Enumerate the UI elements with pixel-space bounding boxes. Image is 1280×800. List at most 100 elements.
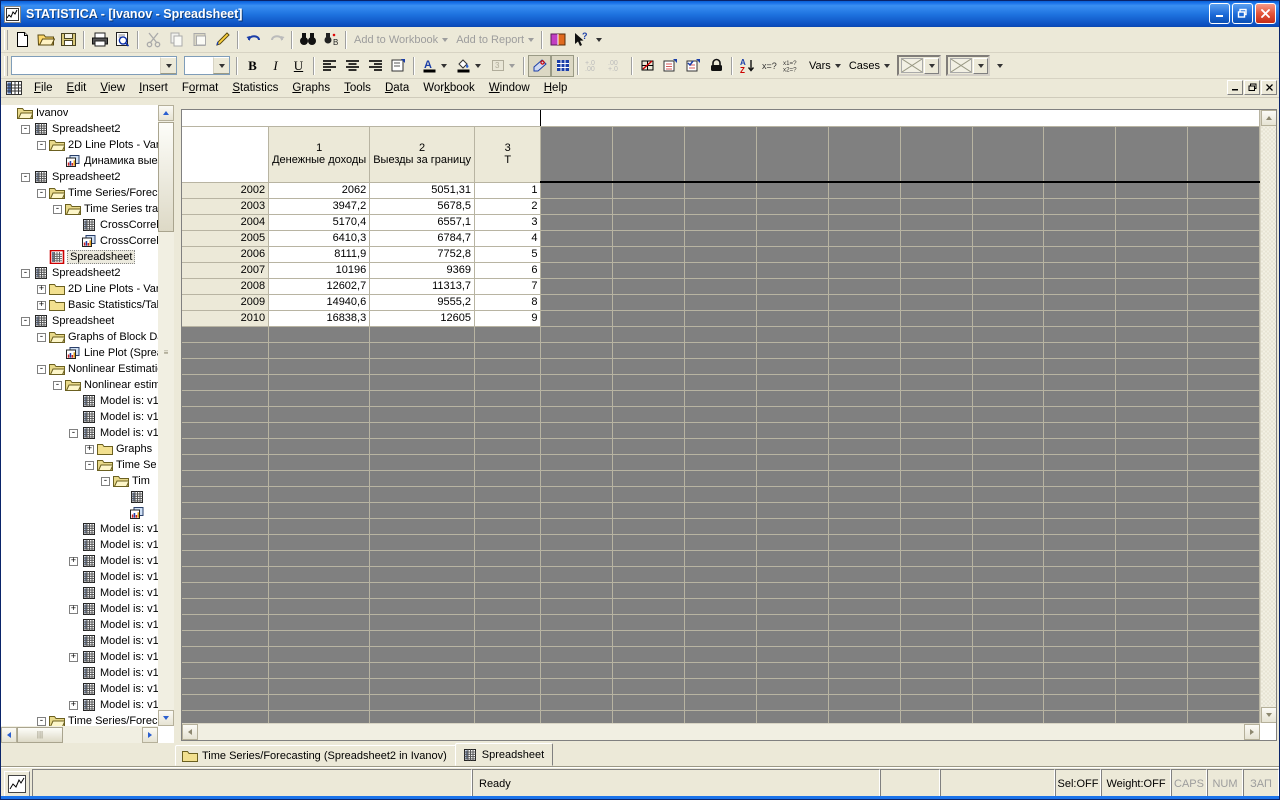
empty-cell[interactable] [268,374,371,391]
tree-node[interactable]: - Nonlinear estim [1,377,158,393]
empty-cell[interactable] [900,518,973,535]
empty-cell[interactable] [182,406,270,423]
empty-cell[interactable] [182,694,270,711]
empty-cell[interactable] [268,486,371,503]
empty-cell[interactable] [756,342,829,359]
empty-cell[interactable] [1187,390,1260,407]
empty-cell[interactable] [900,326,973,343]
empty-row[interactable] [182,534,1260,551]
empty-cell[interactable] [972,182,1045,199]
empty-column-header[interactable] [972,126,1045,183]
empty-cell[interactable] [684,646,757,663]
replace-button[interactable]: B [319,29,342,51]
empty-cell[interactable] [828,198,901,215]
cases-menu-button[interactable]: Cases [845,58,894,74]
empty-cell[interactable] [1043,182,1117,199]
empty-cell[interactable] [1115,374,1189,391]
empty-cell[interactable] [972,454,1045,471]
border-button[interactable]: 3 [486,55,509,77]
empty-cell[interactable] [369,358,476,375]
empty-cell[interactable] [684,678,757,695]
empty-cell[interactable] [900,390,973,407]
empty-cell[interactable] [900,198,973,215]
collapse-icon[interactable]: - [37,332,46,342]
grid-corner-header[interactable] [182,126,270,183]
empty-cell[interactable] [828,358,901,375]
tree-node[interactable]: + Model is: v1 [1,697,158,713]
empty-cell[interactable] [540,246,614,263]
data-cell[interactable]: 14940,6 [268,294,371,311]
empty-cell[interactable] [972,310,1045,327]
empty-cell[interactable] [540,198,614,215]
empty-cell[interactable] [1043,502,1117,519]
empty-cell[interactable] [828,710,901,723]
empty-cell[interactable] [268,390,371,407]
empty-cell[interactable] [1187,278,1260,295]
empty-cell[interactable] [1043,358,1117,375]
empty-cell[interactable] [684,694,757,711]
empty-cell[interactable] [1115,582,1189,599]
empty-cell[interactable] [900,422,973,439]
empty-cell[interactable] [474,438,542,455]
format-painter-button[interactable] [211,29,234,51]
empty-row[interactable] [182,694,1260,711]
empty-cell[interactable] [1043,534,1117,551]
cut-button[interactable] [142,29,165,51]
data-cell[interactable]: 9 [474,310,542,327]
empty-cell[interactable] [474,678,542,695]
data-cell[interactable]: 1 [474,182,542,199]
empty-cell[interactable] [828,470,901,487]
tree-node[interactable]: - Nonlinear Estimation [1,361,158,377]
empty-cell[interactable] [684,214,757,231]
empty-row[interactable] [182,662,1260,679]
vars-menu-button[interactable]: Vars [805,58,845,74]
empty-cell[interactable] [756,502,829,519]
empty-row[interactable] [182,630,1260,647]
empty-row[interactable] [182,438,1260,455]
empty-cell[interactable] [1043,406,1117,423]
empty-cell[interactable] [268,422,371,439]
empty-cell[interactable] [1115,342,1189,359]
empty-cell[interactable] [1043,614,1117,631]
empty-cell[interactable] [972,598,1045,615]
empty-cell[interactable] [369,662,476,679]
empty-cell[interactable] [612,582,686,599]
empty-cell[interactable] [1187,454,1260,471]
toolbar-overflow-icon[interactable] [997,63,1003,68]
empty-cell[interactable] [684,438,757,455]
grid-vertical-scrollbar[interactable] [1260,110,1276,723]
tree-node[interactable]: - Time Series tran [1,201,158,217]
data-cell[interactable]: 5 [474,246,542,263]
empty-cell[interactable] [1115,246,1189,263]
collapse-icon[interactable]: - [53,380,62,390]
empty-cell[interactable] [182,534,270,551]
status-weight-indicator[interactable]: Weight:OFF [1101,768,1171,799]
empty-cell[interactable] [828,678,901,695]
empty-row[interactable] [182,406,1260,423]
empty-cell[interactable] [1115,486,1189,503]
empty-cell[interactable] [474,358,542,375]
empty-cell[interactable] [684,310,757,327]
empty-cell[interactable] [756,294,829,311]
empty-cell[interactable] [1115,182,1189,199]
empty-cell[interactable] [1043,454,1117,471]
empty-cell[interactable] [1115,710,1189,723]
empty-cell[interactable] [900,214,973,231]
empty-cell[interactable] [900,454,973,471]
empty-cell[interactable] [1187,262,1260,279]
empty-cell[interactable] [972,582,1045,599]
empty-cell[interactable] [369,534,476,551]
empty-cell[interactable] [828,502,901,519]
empty-cell[interactable] [756,358,829,375]
empty-cell[interactable] [182,662,270,679]
empty-cell[interactable] [972,502,1045,519]
empty-cell[interactable] [900,630,973,647]
empty-cell[interactable] [612,502,686,519]
empty-cell[interactable] [268,678,371,695]
empty-cell[interactable] [612,406,686,423]
tree-node[interactable]: Model is: v1 [1,521,158,537]
menu-help[interactable]: Help [537,80,575,96]
font-name-combo[interactable] [11,56,177,75]
empty-cell[interactable] [1043,566,1117,583]
data-cell[interactable]: 6 [474,262,542,279]
